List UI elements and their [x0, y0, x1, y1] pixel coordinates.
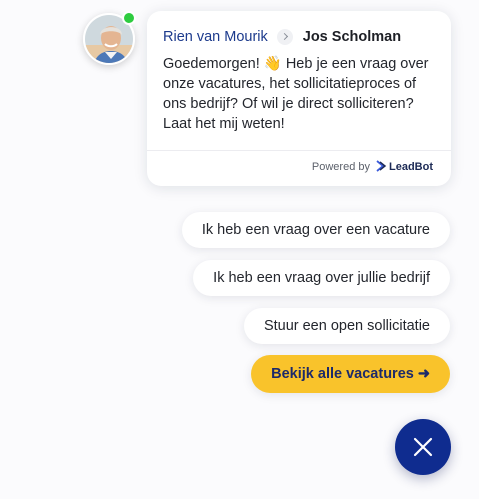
quick-reply-open-application[interactable]: Stuur een open sollicitatie	[243, 308, 450, 344]
brand-name: LeadBot	[389, 160, 433, 173]
quick-reply-vacancy-question[interactable]: Ik heb een vraag over een vacature	[181, 212, 450, 248]
quick-reply-label: Ik heb een vraag over jullie bedrijf	[213, 270, 430, 286]
view-all-vacancies-button[interactable]: Bekijk alle vacatures ➜	[251, 355, 450, 393]
chat-message-text: Goedemorgen! 👋 Heb je een vraag over onz…	[163, 56, 429, 132]
chevron-right-icon	[276, 29, 293, 45]
company-name: Jos Scholman	[302, 29, 402, 45]
powered-by-label: Powered by	[311, 160, 370, 173]
close-chat-button[interactable]	[395, 419, 451, 475]
agent-name: Rien van Mourik	[163, 29, 268, 45]
brand: LeadBot	[374, 160, 433, 173]
leadbot-logo-icon	[376, 160, 387, 172]
quick-reply-company-question[interactable]: Ik heb een vraag over jullie bedrijf	[193, 260, 450, 296]
chat-message-card: Rien van Mourik Jos Scholman Goedemorgen…	[147, 11, 451, 186]
online-status-icon	[122, 11, 136, 25]
quick-reply-label: Stuur een open sollicitatie	[263, 318, 430, 334]
close-icon	[413, 437, 433, 457]
quick-reply-label: Ik heb een vraag over een vacature	[201, 222, 430, 238]
quick-reply-label: Bekijk alle vacatures ➜	[271, 366, 430, 382]
powered-by[interactable]: Powered by LeadBot	[312, 160, 433, 173]
divider	[147, 150, 451, 151]
breadcrumb: Rien van Mourik Jos Scholman	[163, 29, 401, 45]
